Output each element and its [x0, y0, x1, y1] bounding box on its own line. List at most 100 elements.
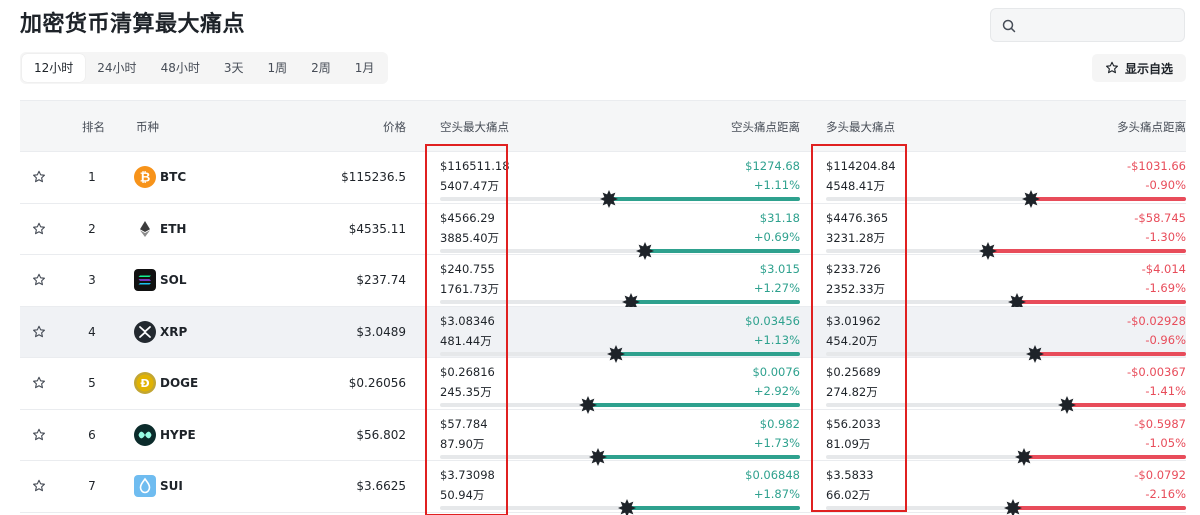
- short-distance-percent: +1.11%: [753, 178, 800, 192]
- table-row[interactable]: 1 ₿ BTC $115236.5 $116511.18 5407.47万 $1…: [20, 152, 1186, 208]
- favorite-star-icon[interactable]: [32, 222, 46, 236]
- hyperliquid-icon: [134, 423, 156, 446]
- price: $3.6625: [356, 479, 406, 493]
- header-long-pain: 多头最大痛点: [826, 120, 895, 134]
- price: $56.802: [356, 427, 406, 442]
- long-distance-bar: [826, 190, 1186, 208]
- short-distance-percent: +0.69%: [753, 229, 800, 244]
- tab-1[interactable]: 24小时: [85, 54, 148, 82]
- short-pain-price: $4566.29: [440, 210, 495, 225]
- search-input[interactable]: [1025, 13, 1175, 37]
- short-distance-percent: +2.92%: [753, 384, 800, 398]
- svg-text:Ð: Ð: [140, 377, 149, 390]
- coin-symbol[interactable]: XRP: [160, 325, 187, 339]
- long-distance-bar-fill: [1067, 403, 1186, 407]
- coin-symbol[interactable]: DOGE: [160, 376, 198, 390]
- long-pain-volume: 4548.41万: [826, 179, 886, 193]
- short-distance-value: $0.03456: [745, 313, 800, 328]
- rank: 6: [88, 427, 96, 442]
- favorite-star-icon[interactable]: [32, 428, 46, 442]
- sui-icon: [134, 475, 156, 497]
- long-pain-volume: 2352.33万: [826, 282, 886, 296]
- short-distance-bar-fill: [631, 300, 800, 304]
- tab-3[interactable]: 3天: [212, 54, 256, 82]
- coin-symbol[interactable]: SUI: [160, 479, 183, 493]
- short-distance-value: $0.06848: [745, 468, 800, 482]
- long-distance-bar: [826, 447, 1186, 466]
- short-pain-volume: 5407.47万: [440, 179, 500, 193]
- time-range-tabs: 12小时 24小时 48小时 3天 1周 2周 1月: [20, 52, 389, 84]
- long-distance-bar-fill: [1013, 506, 1186, 510]
- short-distance-bar: [440, 447, 800, 466]
- coin-symbol[interactable]: SOL: [160, 273, 187, 287]
- header-rank: 排名: [82, 120, 105, 134]
- long-pain-price: $56.2033: [826, 416, 881, 431]
- short-pain-price: $57.784: [440, 416, 488, 431]
- favorite-star-icon[interactable]: [32, 376, 46, 390]
- dogecoin-icon: Ð: [134, 372, 156, 394]
- long-distance-percent: -2.16%: [1145, 487, 1186, 501]
- long-pain-price: $233.726: [826, 262, 881, 276]
- show-favorites-label: 显示自选: [1124, 61, 1173, 76]
- long-distance-value: -$58.745: [1134, 210, 1186, 225]
- search-box[interactable]: [990, 8, 1185, 42]
- ethereum-icon: [134, 217, 156, 240]
- short-distance-bar: [440, 499, 800, 515]
- tab-2[interactable]: 48小时: [149, 54, 212, 82]
- table-row[interactable]: 7 SUI $3.6625 $3.73098 50.94万 $0.06848 +…: [20, 461, 1186, 515]
- solana-icon: [134, 269, 156, 291]
- short-distance-bar-fill: [645, 248, 800, 253]
- favorite-star-icon[interactable]: [32, 325, 46, 339]
- rank: 7: [88, 479, 96, 493]
- table-body: 1 ₿ BTC $115236.5 $116511.18 5407.47万 $1…: [20, 152, 1186, 515]
- long-distance-value: -$0.0792: [1134, 468, 1186, 482]
- table-row[interactable]: 3 SOL $237.74 $240.755 1761.73万 $3.015 +…: [20, 255, 1186, 311]
- tab-4[interactable]: 1周: [255, 54, 299, 82]
- long-pain-price: $3.5833: [826, 468, 874, 482]
- tab-5[interactable]: 2周: [299, 54, 343, 82]
- long-distance-bar-fill: [1024, 454, 1186, 459]
- search-icon: [1002, 19, 1016, 33]
- long-distance-percent: -1.41%: [1145, 384, 1186, 398]
- long-pain-volume: 454.20万: [826, 333, 878, 348]
- long-distance-value: -$1031.66: [1126, 159, 1186, 173]
- long-distance-value: -$4.014: [1141, 262, 1186, 276]
- pain-point-table: 排名 币种 价格 空头最大痛点 空头痛点距离 多头最大痛点 多头痛点距离 1 ₿…: [20, 100, 1186, 515]
- short-pain-price: $0.26816: [440, 365, 495, 379]
- short-distance-value: $31.18: [759, 210, 800, 225]
- favorite-star-icon[interactable]: [32, 273, 46, 287]
- page-title: 加密货币清算最大痛点: [20, 12, 246, 37]
- short-pain-volume: 481.44万: [440, 333, 492, 348]
- short-distance-percent: +1.73%: [753, 435, 800, 450]
- short-distance-bar-fill: [609, 197, 800, 201]
- coin-symbol[interactable]: HYPE: [160, 428, 196, 442]
- favorite-star-icon[interactable]: [32, 170, 46, 184]
- long-distance-bar-fill: [1035, 351, 1186, 356]
- short-distance-value: $0.0076: [752, 365, 800, 379]
- tab-0[interactable]: 12小时: [22, 54, 86, 82]
- star-icon: [1105, 61, 1118, 74]
- short-pain-volume: 3885.40万: [440, 230, 500, 245]
- long-distance-percent: -1.30%: [1145, 229, 1186, 244]
- table-row[interactable]: 4 XRP $3.0489 $3.08346 481.44万 $0.03456 …: [20, 306, 1186, 363]
- table-row[interactable]: 5 Ð DOGE $0.26056 $0.26816 245.35万 $0.00…: [20, 358, 1186, 414]
- short-distance-percent: +1.87%: [753, 487, 800, 501]
- price: $0.26056: [348, 376, 406, 390]
- coin-symbol[interactable]: ETH: [160, 222, 186, 236]
- favorite-star-icon[interactable]: [32, 479, 46, 493]
- long-distance-percent: -1.05%: [1145, 435, 1186, 450]
- long-pain-price: $114204.84: [826, 159, 896, 173]
- short-distance-bar-fill: [588, 403, 800, 407]
- long-distance-percent: -0.90%: [1145, 178, 1186, 192]
- short-distance-bar: [440, 241, 800, 260]
- long-pain-volume: 81.09万: [826, 436, 871, 451]
- header-price: 价格: [383, 120, 406, 134]
- tab-6[interactable]: 1月: [343, 54, 387, 82]
- show-favorites-button[interactable]: 显示自选: [1092, 54, 1186, 82]
- short-distance-bar: [440, 396, 800, 414]
- table-row[interactable]: 6 HYPE $56.802 $57.784 87.90万 $0.982 +1.…: [20, 410, 1186, 466]
- price: $237.74: [356, 273, 406, 287]
- rank: 5: [88, 376, 96, 390]
- table-row[interactable]: 2 ETH $4535.11 $4566.29 3885.40万 $31.18 …: [20, 204, 1186, 260]
- coin-symbol[interactable]: BTC: [160, 170, 186, 184]
